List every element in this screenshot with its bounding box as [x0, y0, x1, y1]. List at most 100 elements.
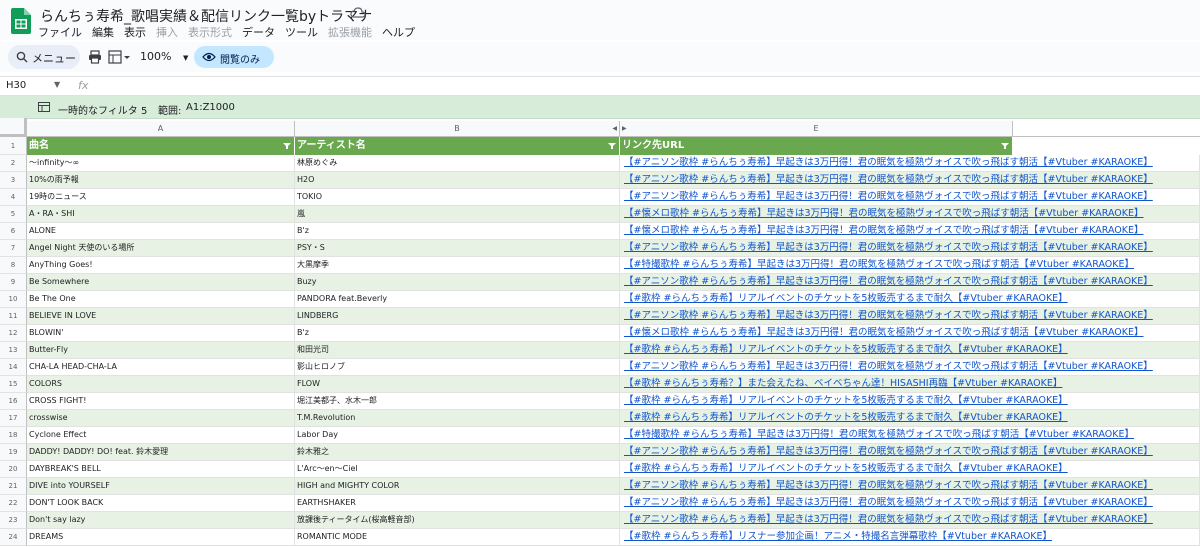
row-number[interactable]: 4: [0, 189, 27, 206]
row-number[interactable]: 10: [0, 291, 27, 308]
link-cell[interactable]: 【#歌枠 #らんちぅ寿希】リアルイベントのチケットを5枚販売するまで耐久【#Vt…: [620, 410, 1200, 426]
menu-item-2[interactable]: 表示: [124, 26, 146, 39]
row-number[interactable]: 2: [0, 155, 27, 172]
menu-item-5[interactable]: データ: [242, 26, 275, 39]
artist-cell[interactable]: Buzy: [295, 274, 620, 290]
artist-cell[interactable]: ROMANTIC MODE: [295, 529, 620, 545]
filter-label[interactable]: 一時的なフィルタ 5: [58, 102, 147, 117]
column-header-a[interactable]: A: [27, 121, 295, 137]
song-cell[interactable]: DREAMS: [27, 529, 295, 545]
menu-item-1[interactable]: 編集: [92, 26, 114, 39]
header-cell-song[interactable]: 曲名: [27, 137, 295, 155]
artist-cell[interactable]: PANDORA feat.Beverly: [295, 291, 620, 307]
row-number[interactable]: 11: [0, 308, 27, 325]
artist-cell[interactable]: 林原めぐみ: [295, 155, 620, 171]
artist-cell[interactable]: H2O: [295, 172, 620, 188]
link-cell[interactable]: 【#アニソン歌枠 #らんちぅ寿希】早起きは3万円得！君の眠気を極熱ヴォイスで吹っ…: [620, 478, 1200, 494]
link-cell[interactable]: 【#特撮歌枠 #らんちぅ寿希】早起きは3万円得！君の眠気を極熱ヴォイスで吹っ飛ば…: [620, 257, 1200, 273]
row-number[interactable]: 13: [0, 342, 27, 359]
song-cell[interactable]: DADDY! DADDY! DO! feat. 鈴木愛理: [27, 444, 295, 460]
song-cell[interactable]: BLOWIN': [27, 325, 295, 341]
name-box[interactable]: H30: [6, 80, 26, 91]
row-number[interactable]: 18: [0, 427, 27, 444]
song-cell[interactable]: DON'T LOOK BACK: [27, 495, 295, 511]
song-cell[interactable]: A・RA・SHI: [27, 206, 295, 222]
link-cell[interactable]: 【#歌枠 #らんちぅ寿希】リアルイベントのチケットを5枚販売するまで耐久【#Vt…: [620, 342, 1200, 358]
link-cell[interactable]: 【#歌枠 #らんちぅ寿希】リアルイベントのチケットを5枚販売するまで耐久【#Vt…: [620, 461, 1200, 477]
artist-cell[interactable]: B'z: [295, 325, 620, 341]
artist-cell[interactable]: 堀江美都子、水木一郎: [295, 393, 620, 409]
song-cell[interactable]: 〜infinity〜∞: [27, 155, 295, 171]
zoom-select[interactable]: 100% ▼: [140, 50, 188, 63]
link-cell[interactable]: 【#懐メロ歌枠 #らんちぅ寿希】早起きは3万円得！君の眠気を極熱ヴォイスで吹っ飛…: [620, 206, 1200, 222]
artist-cell[interactable]: Labor Day: [295, 427, 620, 443]
link-cell[interactable]: 【#懐メロ歌枠 #らんちぅ寿希】早起きは3万円得！君の眠気を極熱ヴォイスで吹っ飛…: [620, 223, 1200, 239]
select-all-corner[interactable]: [0, 118, 27, 137]
menu-item-0[interactable]: ファイル: [38, 26, 82, 39]
link-cell[interactable]: 【#懐メロ歌枠 #らんちぅ寿希】早起きは3万円得！君の眠気を極熱ヴォイスで吹っ飛…: [620, 325, 1200, 341]
song-cell[interactable]: AnyThing Goes!: [27, 257, 295, 273]
name-box-dropdown-icon[interactable]: ▼: [54, 80, 60, 89]
link-cell[interactable]: 【#アニソン歌枠 #らんちぅ寿希】早起きは3万円得！君の眠気を極熱ヴォイスで吹っ…: [620, 189, 1200, 205]
row-number[interactable]: 15: [0, 376, 27, 393]
artist-cell[interactable]: T.M.Revolution: [295, 410, 620, 426]
row-number[interactable]: 5: [0, 206, 27, 223]
link-cell[interactable]: 【#歌枠 #らんちぅ寿希】リアルイベントのチケットを5枚販売するまで耐久【#Vt…: [620, 393, 1200, 409]
row-number[interactable]: 8: [0, 257, 27, 274]
link-cell[interactable]: 【#歌枠 #らんちぅ寿希】リアルイベントのチケットを5枚販売するまで耐久【#Vt…: [620, 291, 1200, 307]
row-number[interactable]: 23: [0, 512, 27, 529]
row-number[interactable]: 21: [0, 478, 27, 495]
link-cell[interactable]: 【#アニソン歌枠 #らんちぅ寿希】早起きは3万円得！君の眠気を極熱ヴォイスで吹っ…: [620, 240, 1200, 256]
collapse-left-icon[interactable]: ◀: [612, 121, 617, 137]
song-cell[interactable]: Butter-Fly: [27, 342, 295, 358]
song-cell[interactable]: ALONE: [27, 223, 295, 239]
header-cell-link[interactable]: リンク先URL: [620, 137, 1013, 155]
artist-cell[interactable]: 大黒摩季: [295, 257, 620, 273]
link-cell[interactable]: 【#アニソン歌枠 #らんちぅ寿希】早起きは3万円得！君の眠気を極熱ヴォイスで吹っ…: [620, 359, 1200, 375]
sheets-logo-icon[interactable]: [11, 8, 31, 34]
artist-cell[interactable]: LINDBERG: [295, 308, 620, 324]
row-number[interactable]: 12: [0, 325, 27, 342]
song-cell[interactable]: CROSS FIGHT!: [27, 393, 295, 409]
song-cell[interactable]: Be The One: [27, 291, 295, 307]
song-cell[interactable]: 19時のニュース: [27, 189, 295, 205]
row-number[interactable]: 22: [0, 495, 27, 512]
song-cell[interactable]: 10%の雨予報: [27, 172, 295, 188]
song-cell[interactable]: Cyclone Effect: [27, 427, 295, 443]
artist-cell[interactable]: 放課後ティータイム(桜高軽音部): [295, 512, 620, 528]
filter-icon[interactable]: [1001, 143, 1009, 149]
format-menu-icon[interactable]: [108, 50, 132, 64]
artist-cell[interactable]: B'z: [295, 223, 620, 239]
range-value[interactable]: A1:Z1000: [186, 102, 235, 113]
artist-cell[interactable]: L'Arc〜en〜Ciel: [295, 461, 620, 477]
expand-right-icon[interactable]: ▶: [622, 121, 627, 137]
song-cell[interactable]: COLORS: [27, 376, 295, 392]
row-number[interactable]: 7: [0, 240, 27, 257]
song-cell[interactable]: DAYBREAK'S BELL: [27, 461, 295, 477]
link-cell[interactable]: 【#歌枠 #らんちぅ寿希？】また会えたね、ベイベちゃん達！HISASHI再臨【#…: [620, 376, 1200, 392]
filter-view-icon[interactable]: [38, 102, 50, 112]
row-number[interactable]: 17: [0, 410, 27, 427]
artist-cell[interactable]: HIGH and MIGHTY COLOR: [295, 478, 620, 494]
song-cell[interactable]: Angel Night 天使のいる場所: [27, 240, 295, 256]
artist-cell[interactable]: PSY・S: [295, 240, 620, 256]
column-header-e[interactable]: ▶ E: [620, 121, 1013, 137]
song-cell[interactable]: crosswise: [27, 410, 295, 426]
filter-icon[interactable]: [283, 143, 291, 149]
row-number[interactable]: 16: [0, 393, 27, 410]
document-title[interactable]: らんちぅ寿希_歌唱実績＆配信リンク一覧byトラマナ: [40, 6, 372, 26]
menu-item-8[interactable]: ヘルプ: [382, 26, 415, 39]
link-cell[interactable]: 【#アニソン歌枠 #らんちぅ寿希】早起きは3万円得！君の眠気を極熱ヴォイスで吹っ…: [620, 274, 1200, 290]
print-icon[interactable]: [88, 50, 102, 64]
song-cell[interactable]: Be Somewhere: [27, 274, 295, 290]
row-number[interactable]: 1: [0, 137, 27, 155]
row-number[interactable]: 24: [0, 529, 27, 546]
artist-cell[interactable]: 影山ヒロノブ: [295, 359, 620, 375]
link-cell[interactable]: 【#アニソン歌枠 #らんちぅ寿希】早起きは3万円得！君の眠気を極熱ヴォイスで吹っ…: [620, 172, 1200, 188]
menu-item-6[interactable]: ツール: [285, 26, 318, 39]
link-cell[interactable]: 【#特撮歌枠 #らんちぅ寿希】早起きは3万円得！君の眠気を極熱ヴォイスで吹っ飛ば…: [620, 427, 1200, 443]
row-number[interactable]: 6: [0, 223, 27, 240]
menu-search-button[interactable]: メニュー: [8, 45, 80, 69]
row-number[interactable]: 19: [0, 444, 27, 461]
row-number[interactable]: 3: [0, 172, 27, 189]
